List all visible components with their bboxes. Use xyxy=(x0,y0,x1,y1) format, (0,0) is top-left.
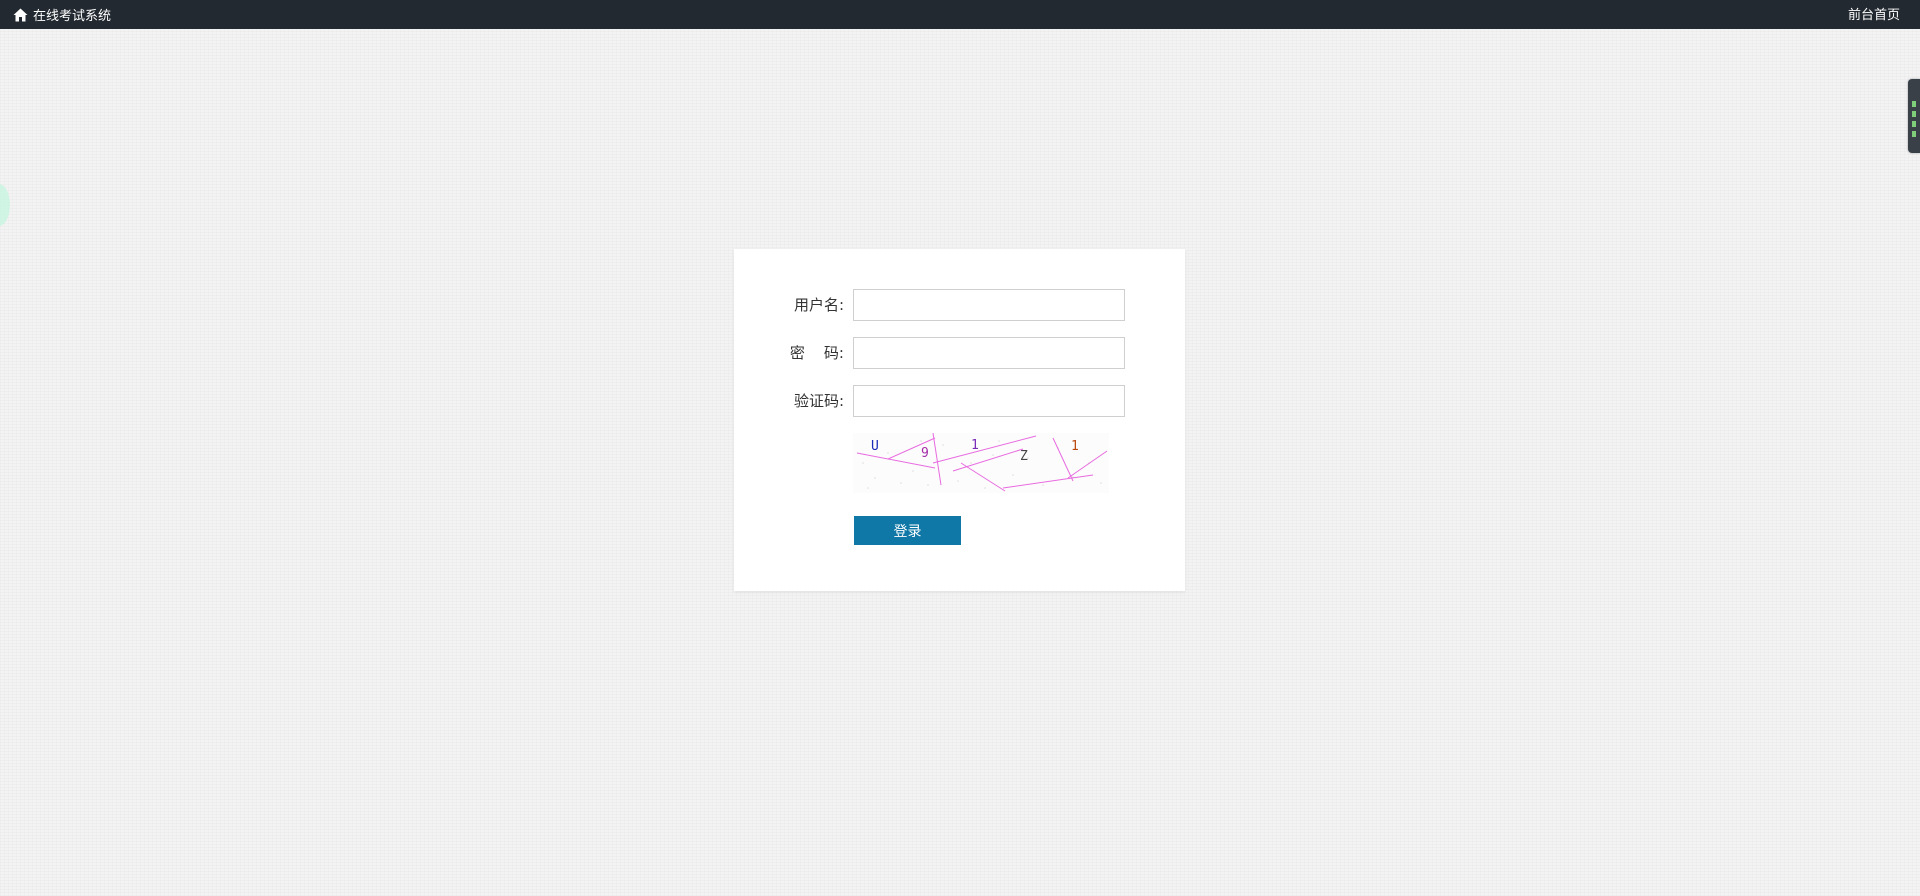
brand-link[interactable]: 在线考试系统 xyxy=(13,0,111,29)
top-nav-bar: 在线考试系统 前台首页 xyxy=(0,0,1920,29)
captcha-char-3: 1 xyxy=(971,438,979,453)
home-icon xyxy=(13,8,28,22)
side-toolbar-handle[interactable] xyxy=(1908,79,1920,153)
password-row: 密 码: xyxy=(734,337,1185,369)
login-button[interactable]: 登录 xyxy=(854,516,961,545)
captcha-label: 验证码: xyxy=(793,392,844,410)
captcha-row: 验证码: xyxy=(734,385,1185,417)
password-input[interactable] xyxy=(853,337,1125,369)
captcha-char-2: 9 xyxy=(921,446,929,461)
username-row: 用户名: xyxy=(734,289,1185,321)
floating-bubble-decoration xyxy=(0,184,10,226)
username-label: 用户名: xyxy=(793,296,844,314)
captcha-input[interactable] xyxy=(853,385,1125,417)
frontpage-home-link[interactable]: 前台首页 xyxy=(1848,0,1900,27)
captcha-char-5: 1 xyxy=(1071,439,1079,454)
brand-title: 在线考试系统 xyxy=(33,9,112,24)
login-panel: 用户名: 密 码: 验证码: U 9 1 Z 1 登录 xyxy=(734,249,1185,591)
captcha-char-4: Z xyxy=(1020,449,1028,464)
username-input[interactable] xyxy=(853,289,1125,321)
captcha-char-1: U xyxy=(871,439,879,454)
password-label: 密 码: xyxy=(789,344,844,362)
captcha-image[interactable]: U 9 1 Z 1 xyxy=(853,433,1109,493)
